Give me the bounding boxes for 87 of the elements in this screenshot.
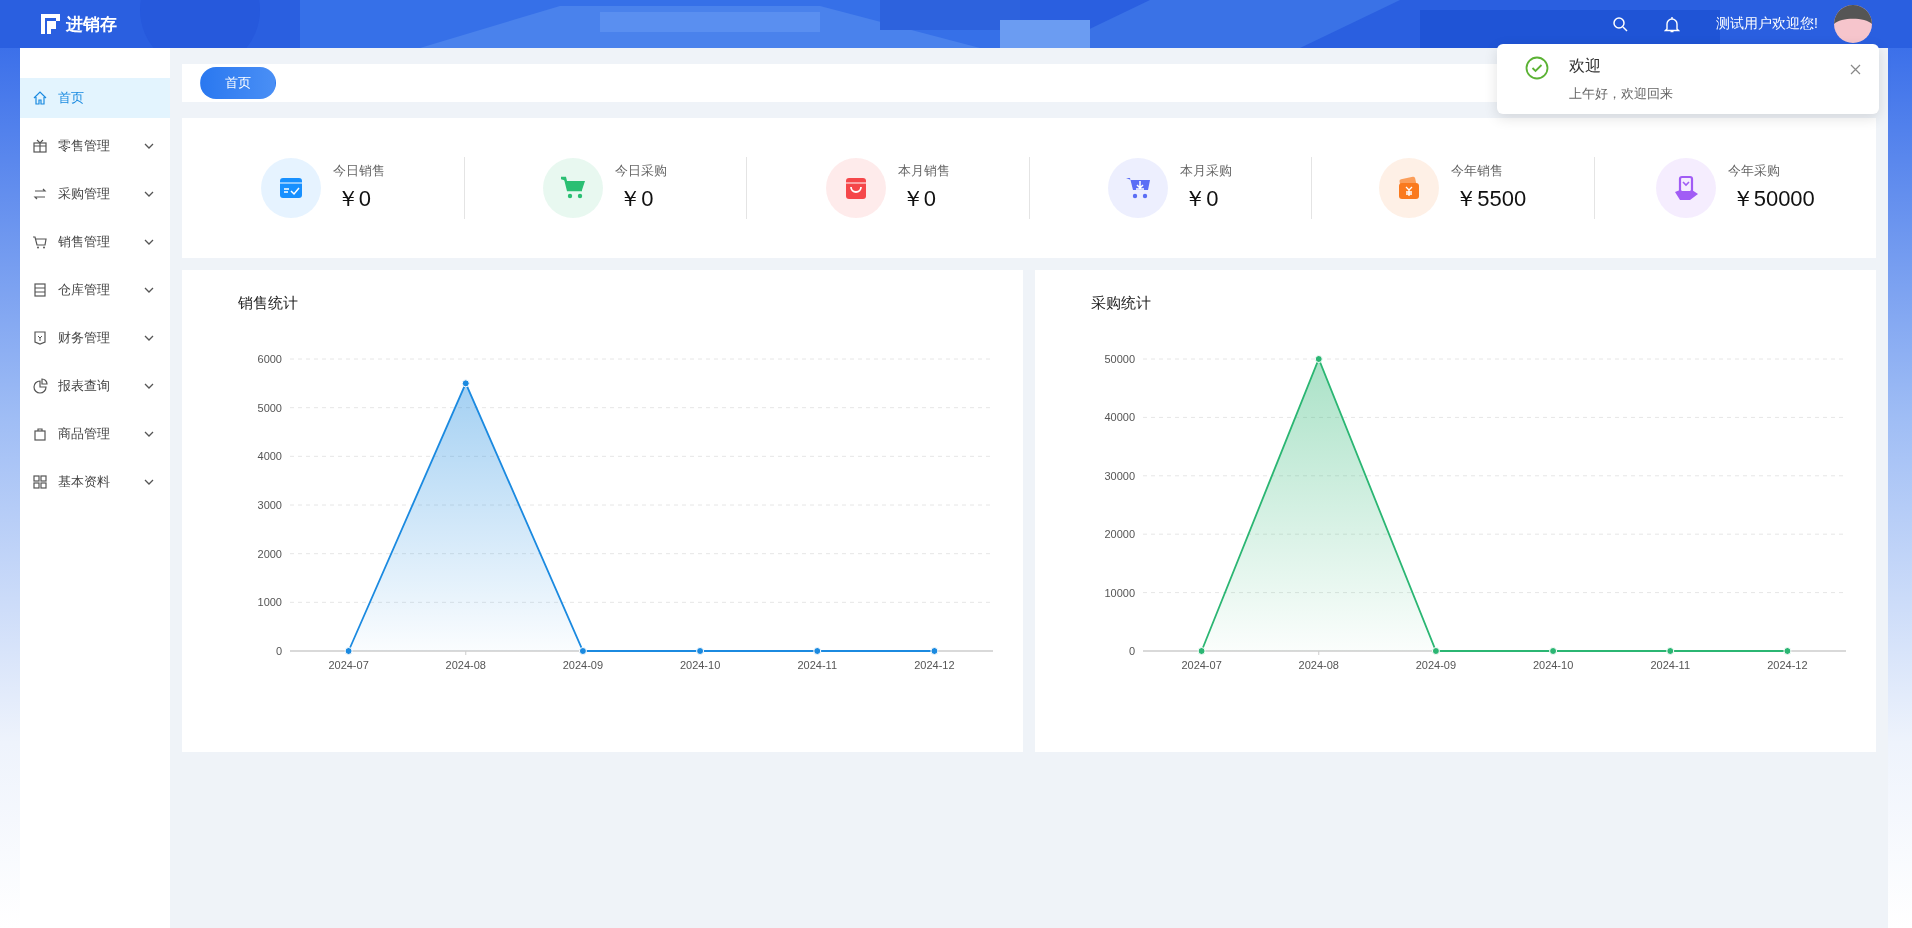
- menu-item[interactable]: 采购管理: [20, 174, 170, 214]
- pie-chart-icon: [32, 378, 48, 394]
- y-tick-label: 30000: [1104, 469, 1135, 482]
- gift-icon: [32, 138, 48, 154]
- data-point: [578, 647, 587, 655]
- grid-icon: [32, 474, 48, 490]
- x-tick-label: 2024-08: [1298, 659, 1339, 671]
- chevron-down-icon: [144, 143, 154, 149]
- x-tick-label: 2024-12: [1767, 659, 1808, 671]
- chevron-down-icon: [144, 479, 154, 485]
- x-tick-label: 2024-08: [445, 659, 486, 671]
- menu-item[interactable]: 基本资料: [20, 462, 170, 502]
- x-tick-label: 2024-10: [679, 659, 721, 671]
- swap-icon: [32, 186, 48, 202]
- notification-title: 欢迎: [1569, 56, 1602, 76]
- x-tick-label: 2024-07: [1181, 659, 1222, 671]
- x-tick-label: 2024-11: [797, 659, 838, 671]
- chevron-down-icon: [144, 287, 154, 293]
- data-point: [1783, 647, 1792, 655]
- cart-icon: [32, 234, 48, 250]
- y-tick-label: 0: [275, 645, 282, 657]
- success-check-icon: [1525, 56, 1549, 80]
- avatar[interactable]: [1834, 5, 1872, 43]
- stat-value: ￥0: [619, 185, 655, 213]
- data-point: [813, 647, 822, 655]
- data-point: [1549, 647, 1558, 655]
- x-tick-label: 2024-09: [1415, 659, 1457, 671]
- logo-icon: [38, 14, 60, 34]
- chart-title: 销售统计: [238, 294, 298, 313]
- logo-text: 进销存: [66, 13, 117, 36]
- chart-title: 采购统计: [1091, 294, 1151, 313]
- y-tick-label: 1000: [257, 596, 282, 609]
- chevron-down-icon: [144, 335, 154, 341]
- y-tick-label: 20000: [1104, 528, 1135, 541]
- bag-icon: [32, 426, 48, 442]
- menu-item[interactable]: 报表查询: [20, 366, 170, 406]
- menu-item[interactable]: 财务管理: [20, 318, 170, 358]
- x-tick-label: 2024-07: [328, 659, 369, 671]
- y-tick-label: 2000: [257, 547, 282, 560]
- y-tick-label: 40000: [1104, 411, 1135, 424]
- y-tick-label: 6000: [257, 353, 282, 365]
- data-point: [1314, 355, 1323, 363]
- stat-value: ￥0: [901, 185, 937, 213]
- home-icon: [32, 90, 48, 106]
- y-tick-label: 50000: [1104, 353, 1135, 365]
- search-icon[interactable]: [1612, 16, 1629, 32]
- stat-label: 今日采购: [615, 162, 668, 180]
- data-point: [1666, 647, 1675, 655]
- stat-label: 今年采购: [1727, 162, 1781, 180]
- user-greeting[interactable]: 测试用户欢迎您!: [1716, 15, 1818, 33]
- menu-item[interactable]: 零售管理: [20, 126, 170, 166]
- page-tab[interactable]: 首页: [200, 67, 276, 99]
- data-point: [696, 647, 705, 655]
- x-tick-label: 2024-09: [562, 659, 604, 671]
- y-tick-label: 5000: [257, 401, 282, 414]
- x-tick-label: 2024-11: [1650, 659, 1691, 671]
- y-tick-label: 3000: [257, 499, 282, 511]
- y-tick-label: 10000: [1104, 586, 1135, 599]
- close-icon[interactable]: [1850, 64, 1861, 75]
- chevron-down-icon: [144, 239, 154, 245]
- menu-item[interactable]: 销售管理: [20, 222, 170, 262]
- chevron-down-icon: [144, 191, 154, 197]
- data-point: [344, 647, 353, 655]
- chevron-down-icon: [144, 383, 154, 389]
- y-tick-label: 4000: [257, 450, 282, 463]
- data-point: [461, 379, 470, 388]
- bell-icon[interactable]: [1664, 15, 1681, 33]
- shield-icon: [32, 330, 48, 346]
- x-tick-label: 2024-12: [914, 659, 955, 671]
- menu-item[interactable]: 商品管理: [20, 414, 170, 454]
- y-tick-label: 0: [1128, 645, 1135, 657]
- stat-value: ￥0: [336, 185, 372, 213]
- stat-label: 本月采购: [1180, 162, 1233, 180]
- stat-value: ￥5500: [1455, 185, 1527, 213]
- menu-item[interactable]: 仓库管理: [20, 270, 170, 310]
- cabinet-icon: [32, 282, 48, 298]
- stat-value: ￥0: [1184, 185, 1220, 213]
- stat-label: 今年销售: [1451, 162, 1505, 180]
- stat-label: 本月销售: [897, 162, 950, 180]
- x-tick-label: 2024-10: [1532, 659, 1574, 671]
- stat-label: 今日销售: [332, 162, 385, 180]
- stat-value: ￥50000: [1731, 185, 1815, 213]
- notification-message: 上午好，欢迎回来: [1569, 85, 1673, 103]
- data-point: [1197, 647, 1206, 655]
- data-point: [1431, 647, 1440, 655]
- chevron-down-icon: [144, 431, 154, 437]
- data-point: [930, 647, 939, 655]
